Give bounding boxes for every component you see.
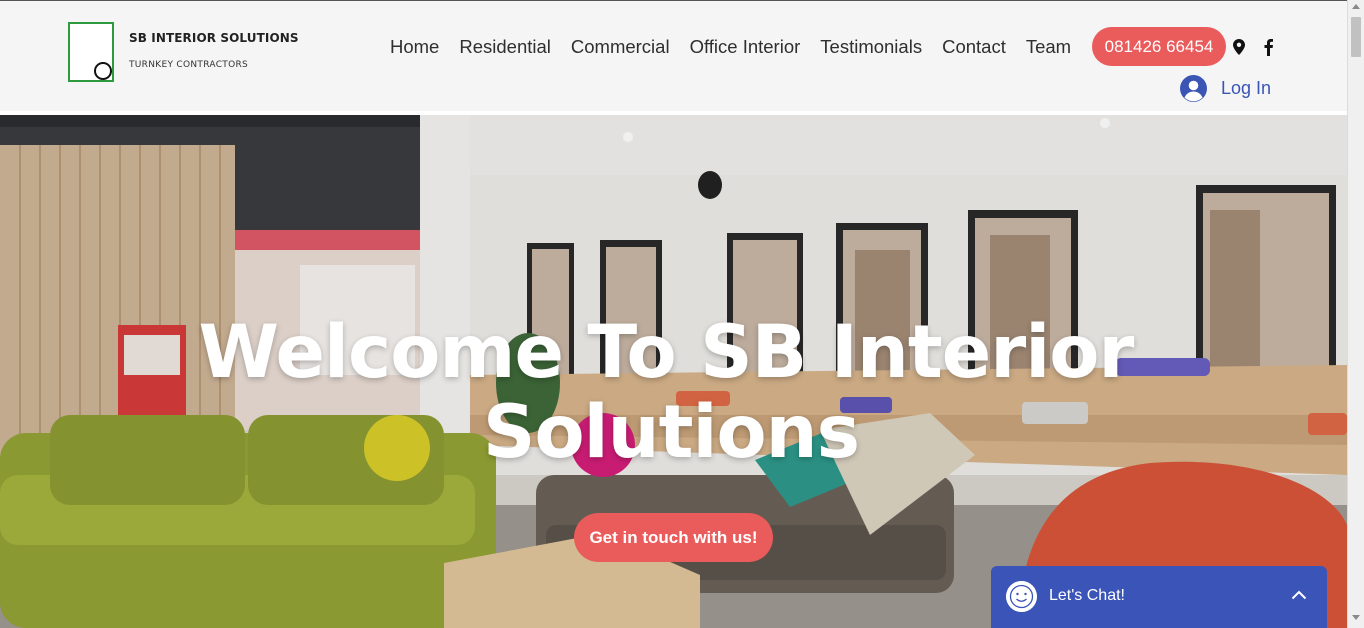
scroll-down-arrow-icon[interactable] xyxy=(1352,615,1360,620)
chat-label: Let's Chat! xyxy=(1049,587,1125,604)
logo-icon[interactable] xyxy=(68,22,114,82)
hero-title-line2: Solutions xyxy=(482,390,860,475)
map-pin-icon[interactable] xyxy=(1233,39,1245,55)
login-label: Log In xyxy=(1221,78,1272,98)
hero-title: Welcome To SB Interior Solutions xyxy=(0,313,1347,473)
logo-circle xyxy=(94,62,112,80)
nav-item-home[interactable]: Home xyxy=(380,35,449,59)
nav-item-residential[interactable]: Residential xyxy=(449,35,561,59)
main-nav: Home Residential Commercial Office Inter… xyxy=(380,35,1081,59)
nav-item-commercial[interactable]: Commercial xyxy=(561,35,680,59)
vertical-scrollbar[interactable] xyxy=(1347,0,1364,628)
nav-item-contact[interactable]: Contact xyxy=(932,35,1016,59)
nav-item-team[interactable]: Team xyxy=(1016,35,1081,59)
login-button[interactable]: Log In xyxy=(1180,75,1271,102)
scrollbar-thumb[interactable] xyxy=(1351,17,1361,57)
get-in-touch-button[interactable]: Get in touch with us! xyxy=(574,513,773,562)
phone-button[interactable]: 081426 66454 xyxy=(1092,27,1226,66)
hero-section: Welcome To SB Interior Solutions Get in … xyxy=(0,115,1347,628)
user-avatar-icon xyxy=(1180,75,1207,102)
scroll-up-arrow-icon[interactable] xyxy=(1352,4,1360,9)
facebook-icon[interactable] xyxy=(1262,38,1274,56)
site-header: SB INTERIOR SOLUTIONS TURNKEY CONTRACTOR… xyxy=(0,0,1347,111)
page: SB INTERIOR SOLUTIONS TURNKEY CONTRACTOR… xyxy=(0,0,1347,628)
nav-item-testimonials[interactable]: Testimonials xyxy=(810,35,932,59)
brand-tagline: TURNKEY CONTRACTORS xyxy=(129,60,249,70)
chevron-up-icon[interactable] xyxy=(1291,590,1307,600)
nav-item-office-interior[interactable]: Office Interior xyxy=(680,35,811,59)
brand-name[interactable]: SB INTERIOR SOLUTIONS xyxy=(129,31,299,45)
chat-widget[interactable]: Let's Chat! xyxy=(991,566,1327,628)
hero-title-line1: Welcome To SB Interior xyxy=(198,310,1135,395)
smiley-face-icon xyxy=(1006,581,1037,612)
